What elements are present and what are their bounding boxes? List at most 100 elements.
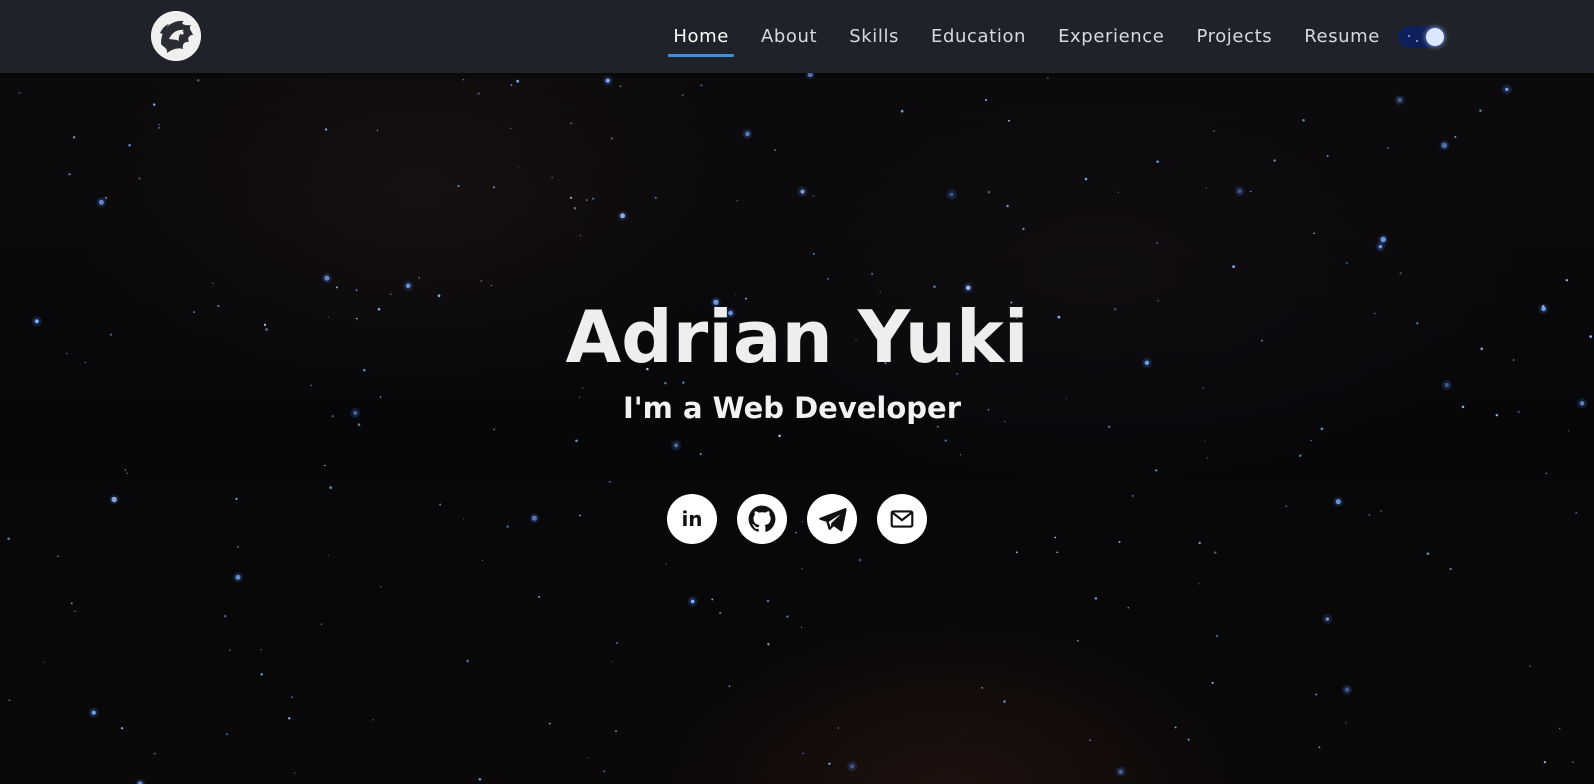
star (18, 91, 21, 94)
star (57, 555, 59, 557)
star (1572, 761, 1574, 763)
star (153, 752, 156, 755)
star (586, 199, 588, 201)
nav-item-skills[interactable]: Skills (849, 20, 899, 53)
star (682, 381, 685, 384)
dragon-logo-icon[interactable] (151, 11, 201, 61)
telegram-button[interactable] (807, 494, 857, 544)
star (538, 595, 541, 598)
star (570, 122, 573, 125)
github-button[interactable] (737, 494, 787, 544)
toggle-star (1408, 34, 1410, 37)
star (478, 777, 482, 781)
star (260, 649, 262, 651)
star (858, 558, 862, 562)
star (665, 563, 667, 565)
star-glow (797, 186, 808, 197)
star (1315, 693, 1318, 696)
nav-item-projects[interactable]: Projects (1196, 20, 1272, 53)
star (984, 98, 988, 102)
star (74, 610, 76, 612)
nav-item-resume[interactable]: Resume (1304, 20, 1380, 53)
star (379, 585, 382, 588)
star (1285, 505, 1288, 507)
star-glow (135, 778, 146, 784)
nav-item-about[interactable]: About (761, 20, 817, 53)
star (981, 687, 984, 689)
star (603, 770, 606, 773)
linkedin-button[interactable]: in (667, 494, 717, 544)
star (457, 185, 460, 188)
star (654, 196, 657, 199)
star (582, 387, 584, 389)
star (616, 641, 619, 645)
star (1202, 387, 1205, 390)
star (260, 673, 263, 676)
star (372, 719, 374, 721)
star (1198, 583, 1200, 585)
star (1211, 681, 1214, 684)
star (579, 514, 581, 517)
star (291, 696, 293, 698)
moon-toggle-icon (1426, 27, 1444, 46)
star (1003, 700, 1006, 703)
star-glow (1394, 95, 1405, 106)
star (1205, 187, 1207, 189)
star (1344, 722, 1347, 724)
email-button[interactable] (877, 494, 927, 544)
social-links: in (667, 494, 947, 544)
star (711, 598, 714, 601)
star-glow (1234, 186, 1245, 197)
star (329, 486, 333, 489)
hero-section: Adrian Yuki I'm a Web Developer in (0, 73, 1594, 784)
nav-item-home[interactable]: Home (668, 20, 734, 57)
hero-name: Adrian Yuki (565, 295, 1029, 379)
star (335, 286, 338, 289)
star (439, 503, 442, 506)
star-glow (1441, 380, 1452, 390)
star (1131, 494, 1134, 497)
star-glow (1439, 140, 1450, 151)
star (481, 559, 483, 561)
star-glow (617, 210, 628, 221)
star (879, 290, 882, 293)
star (1094, 597, 1098, 600)
star (837, 727, 839, 729)
star-glow (671, 440, 682, 451)
navbar: Home About Skills Education Experience P… (0, 0, 1594, 73)
star (700, 84, 703, 87)
star (548, 722, 551, 725)
star (767, 643, 770, 646)
star (1250, 190, 1252, 193)
star (466, 659, 469, 663)
star (72, 136, 76, 139)
star (1310, 439, 1312, 442)
star (592, 197, 595, 200)
star (800, 626, 803, 628)
star (778, 434, 781, 438)
star (1156, 241, 1159, 244)
star (933, 285, 936, 289)
linkedin-icon: in (681, 507, 703, 531)
star (516, 79, 520, 83)
star (376, 129, 379, 131)
star-glow (1342, 684, 1353, 695)
nav-item-experience[interactable]: Experience (1058, 20, 1164, 53)
theme-toggle[interactable] (1398, 25, 1446, 48)
star (587, 757, 590, 759)
star (138, 177, 141, 180)
star (573, 207, 577, 210)
star (124, 469, 127, 471)
star-glow (1501, 84, 1512, 95)
star (510, 127, 512, 130)
star-glow (1322, 614, 1333, 625)
star (152, 103, 156, 106)
star (1479, 109, 1482, 112)
star (1174, 726, 1177, 729)
star (827, 278, 829, 280)
star (1213, 130, 1215, 132)
star (944, 439, 947, 442)
star (1273, 159, 1276, 162)
star (1380, 510, 1383, 512)
nav-item-education[interactable]: Education (931, 20, 1026, 53)
